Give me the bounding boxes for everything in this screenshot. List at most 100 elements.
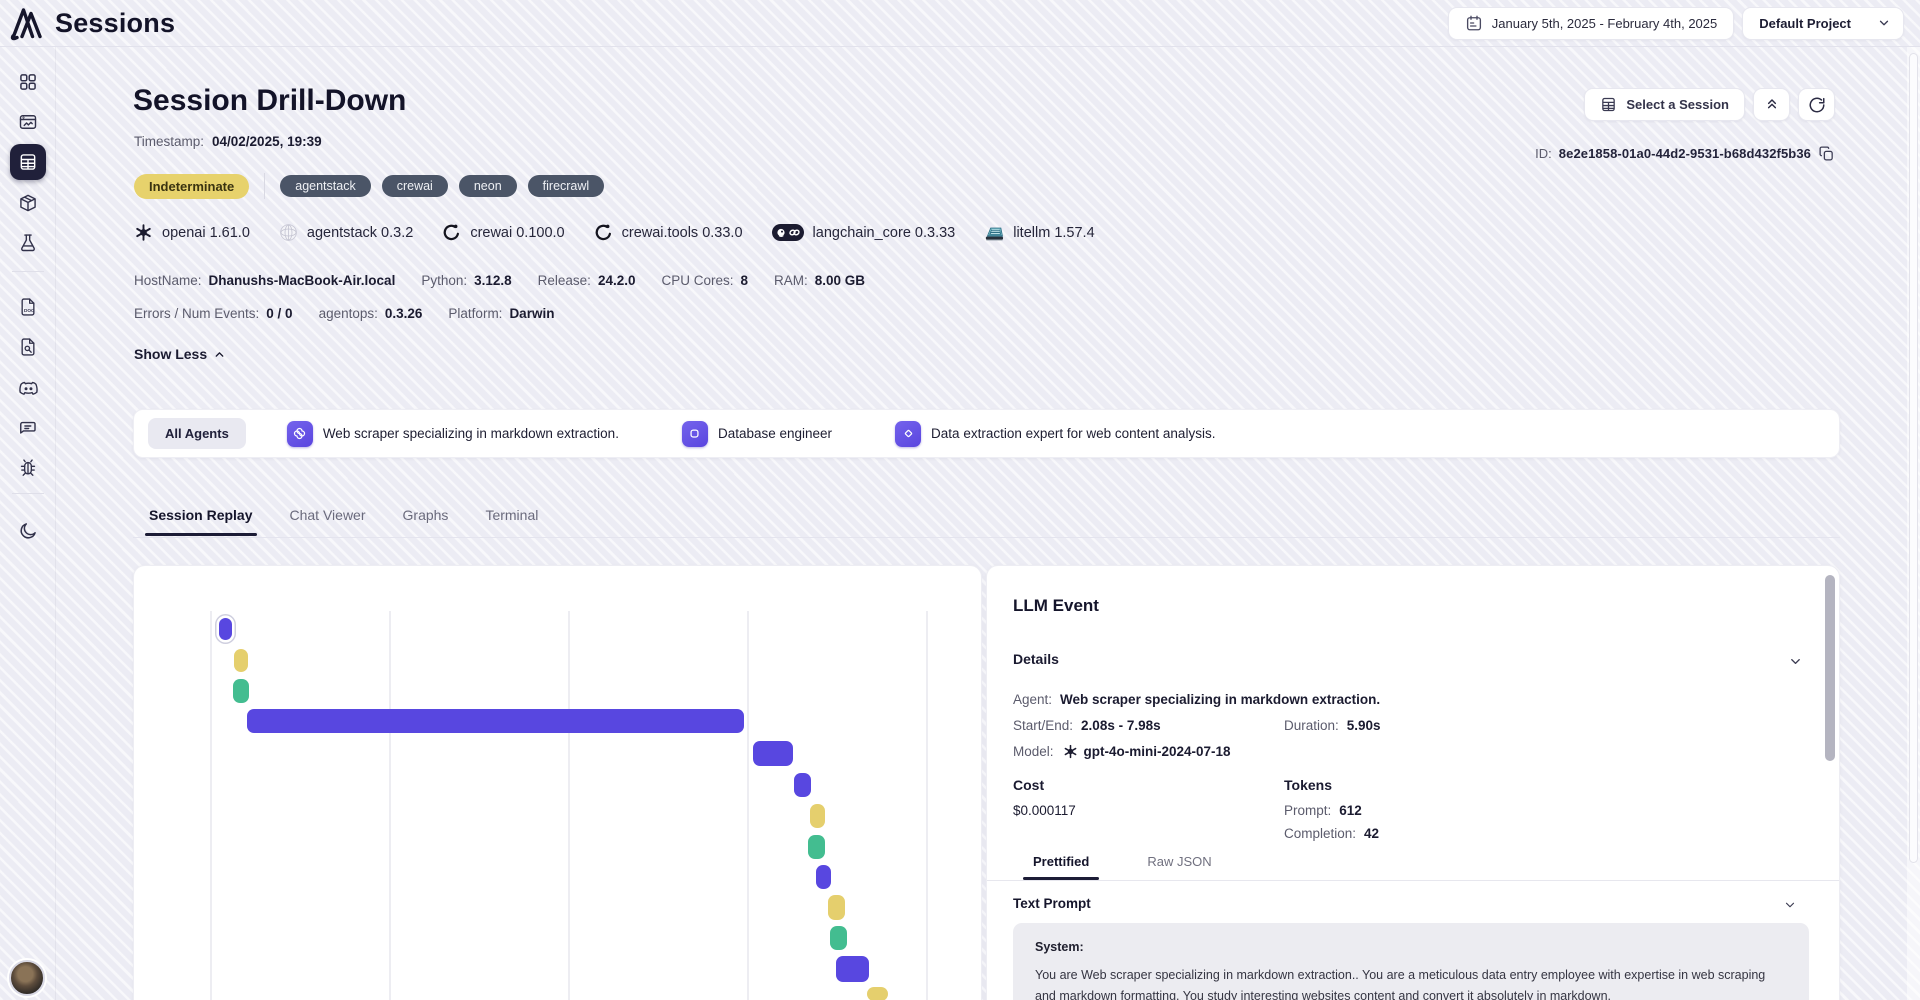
chevron-down-icon[interactable] (1783, 898, 1797, 912)
date-range-picker[interactable]: January 5th, 2025 - February 4th, 2025 (1448, 7, 1734, 40)
scrollbar-thumb[interactable] (1825, 575, 1835, 761)
prompt-tokens-row: Prompt: 612 (1284, 803, 1362, 818)
file-doc-icon: DOC (18, 297, 38, 317)
host-value: 8 (741, 273, 749, 288)
agent-filter-data-extraction[interactable]: Data extraction expert for web content a… (895, 421, 1215, 447)
sidebar-item-deploy[interactable] (10, 185, 46, 221)
sidebar-item-discord[interactable] (10, 370, 46, 406)
startend-row: Start/End: 2.08s - 7.98s (1013, 718, 1161, 733)
completion-tokens-row: Completion: 42 (1284, 826, 1379, 841)
timestamp-row: Timestamp: 04/02/2025, 19:39 (134, 134, 322, 149)
date-range-label: January 5th, 2025 - February 4th, 2025 (1492, 16, 1717, 31)
refresh-icon (1808, 96, 1826, 114)
square-glyph-icon (682, 421, 708, 447)
host-info-row-2: Errors / Num Events:0 / 0 agentops:0.3.2… (134, 306, 554, 321)
version-item: agentstack 0.3.2 (278, 222, 413, 243)
gantt-event-bar[interactable] (816, 865, 831, 889)
gantt-event-bar[interactable] (794, 773, 811, 797)
tab-session-replay[interactable]: Session Replay (149, 507, 253, 536)
sidebar-item-projects[interactable] (10, 104, 46, 140)
agent-filter-label: Web scraper specializing in markdown ext… (323, 426, 619, 441)
tab-terminal[interactable]: Terminal (485, 507, 538, 536)
select-session-button[interactable]: Select a Session (1584, 88, 1745, 121)
model-value: gpt-4o-mini-2024-07-18 (1084, 744, 1231, 759)
sidebar-item-sessions[interactable] (10, 144, 46, 180)
llm-event-panel: LLM Event Details Agent: Web scraper spe… (986, 565, 1840, 1000)
agent-filter-web-scraper[interactable]: Web scraper specializing in markdown ext… (287, 421, 619, 447)
gantt-event-bar[interactable] (753, 741, 793, 766)
chevron-down-icon[interactable] (1788, 654, 1803, 669)
version-label: openai 1.61.0 (162, 225, 250, 241)
sidebar-item-feedback[interactable] (10, 410, 46, 446)
gantt-event-bar[interactable] (828, 895, 845, 920)
system-prompt-box: System: You are Web scraper specializing… (1013, 923, 1809, 1000)
tag-pill: firecrawl (528, 175, 605, 197)
host-value: 24.2.0 (598, 273, 636, 288)
agents-filter-bar: All Agents Web scraper specializing in m… (133, 409, 1840, 458)
gantt-event-bar[interactable] (830, 926, 847, 950)
gantt-event-bar[interactable] (247, 709, 744, 733)
sidebar-item-logs[interactable] (10, 329, 46, 365)
session-id-value: 8e2e1858-01a0-44d2-9531-b68d432f5b36 (1559, 146, 1811, 161)
sidebar-divider (12, 493, 44, 494)
show-less-toggle[interactable]: Show Less (134, 346, 226, 362)
all-agents-button[interactable]: All Agents (148, 418, 246, 449)
user-avatar[interactable] (9, 960, 45, 996)
sidebar-item-dark-mode[interactable] (10, 513, 46, 549)
gantt-event-bar[interactable] (219, 618, 232, 640)
version-item: litellm 1.57.4 (983, 224, 1094, 242)
tab-graphs[interactable]: Graphs (403, 507, 449, 536)
file-search-icon (18, 337, 38, 357)
litellm-logo-icon (983, 224, 1005, 242)
gantt-event-bar[interactable] (810, 804, 825, 828)
discord-icon (18, 378, 39, 399)
package-icon (18, 193, 38, 213)
gantt-event-bar[interactable] (233, 679, 249, 703)
page-scrollbar[interactable] (1907, 47, 1920, 1000)
gantt-event-bar[interactable] (808, 835, 825, 859)
sidebar-divider (12, 271, 44, 272)
message-square-icon (18, 418, 38, 438)
tab-chat-viewer[interactable]: Chat Viewer (290, 507, 366, 536)
cost-header: Cost (1013, 777, 1044, 793)
tab-raw-json[interactable]: Raw JSON (1147, 854, 1211, 880)
sidebar-item-dashboard[interactable] (10, 64, 46, 100)
page-scrollbar-thumb[interactable] (1909, 53, 1918, 863)
sidebar-nav: DOC (0, 47, 56, 1000)
gantt-gridline (568, 611, 570, 1000)
crewai-logo-icon (441, 222, 462, 243)
agent-filter-label: Data extraction expert for web content a… (931, 426, 1215, 441)
session-id-label: ID: (1535, 146, 1552, 161)
openai-logo-icon (133, 222, 154, 243)
host-value: 0.3.26 (385, 306, 423, 321)
flask-icon (18, 233, 38, 253)
prompt-label: Prompt: (1284, 803, 1331, 818)
crewai-logo-icon (593, 222, 614, 243)
copy-icon[interactable] (1818, 145, 1835, 162)
collapse-button[interactable] (1753, 88, 1790, 121)
refresh-button[interactable] (1798, 88, 1835, 121)
host-label: agentops: (319, 306, 378, 321)
table-icon (18, 152, 38, 172)
tab-prettified[interactable]: Prettified (1033, 854, 1089, 880)
tag-pill: neon (459, 175, 517, 197)
versions-row: openai 1.61.0 agentstack 0.3.2 crewai 0.… (133, 222, 1095, 243)
gantt-event-bar[interactable] (836, 956, 869, 982)
event-panel-scrollbar[interactable] (1823, 570, 1836, 1000)
version-label: litellm 1.57.4 (1013, 225, 1094, 241)
gantt-chart[interactable] (134, 566, 981, 1000)
agent-filter-database-engineer[interactable]: Database engineer (682, 421, 832, 447)
tags-row: Indeterminate agentstack crewai neon fir… (134, 173, 604, 199)
sidebar-item-bug-report[interactable] (10, 450, 46, 486)
gantt-gridline (926, 611, 928, 1000)
sidebar-item-docs[interactable]: DOC (10, 289, 46, 325)
host-label: CPU Cores: (662, 273, 734, 288)
agent-row: Agent: Web scraper specializing in markd… (1013, 692, 1380, 707)
gantt-event-bar[interactable] (234, 649, 248, 672)
agentops-logo-icon (9, 5, 45, 41)
main-tab-bar: Session Replay Chat Viewer Graphs Termin… (149, 507, 538, 536)
calendar-icon (1465, 14, 1483, 32)
sidebar-item-evals[interactable] (10, 225, 46, 261)
gantt-event-bar[interactable] (867, 987, 888, 1000)
project-selector[interactable]: Default Project (1742, 7, 1904, 40)
